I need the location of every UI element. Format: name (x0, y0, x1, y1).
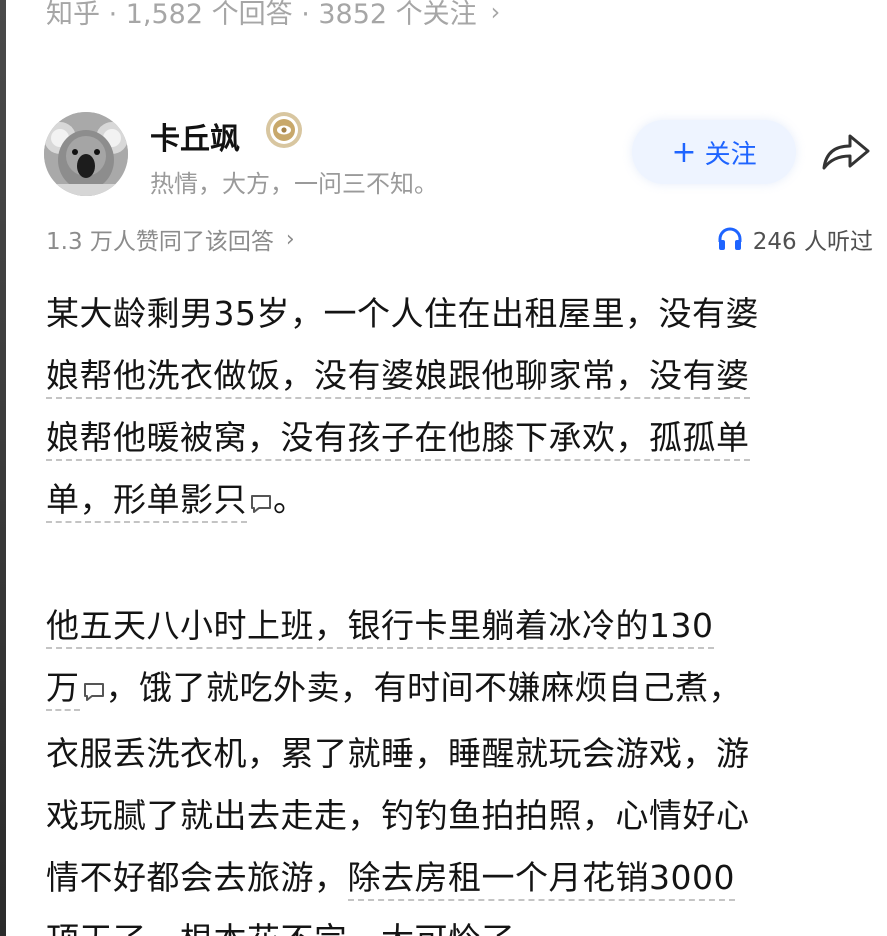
vote-count[interactable]: 1.3 万人赞同了该回答 › (46, 222, 295, 256)
plus-icon: + (671, 134, 697, 170)
answer-body: 某大龄剩男35岁，一个人住在出租屋里，没有婆 娘帮他洗衣做饭，没有婆娘跟他聊家常… (46, 283, 876, 936)
author-bio: 热情，大方，一问三不知。 (150, 170, 438, 198)
answer-line: 娘帮他洗衣做饭，没有婆娘跟他聊家常，没有婆 (46, 345, 876, 407)
share-icon[interactable] (818, 130, 874, 174)
listen-count[interactable]: 246 人听过 (717, 222, 873, 256)
listen-count-text: 246 人听过 (752, 229, 873, 255)
author-name[interactable]: 卡丘飒 (150, 114, 240, 158)
koala-avatar-icon (44, 112, 128, 196)
question-meta-text: 知乎 · 1,582 个回答 · 3852 个关注 (46, 0, 477, 30)
comment-bubble-icon[interactable] (82, 661, 106, 723)
headphones-icon (718, 227, 742, 250)
vote-count-text: 1.3 万人赞同了该回答 (46, 229, 274, 255)
answer-line: 娘帮他暖被窝，没有孩子在他膝下承欢，孤孤单 (46, 407, 876, 469)
answer-line: 他五天八小时上班，银行卡里躺着冰冷的130 (46, 595, 876, 657)
chevron-right-icon: › (285, 226, 295, 252)
answer-line: 某大龄剩男35岁，一个人住在出租屋里，没有婆 (46, 294, 759, 333)
question-meta[interactable]: 知乎 · 1,582 个回答 · 3852 个关注 › (46, 0, 500, 31)
window-edge (0, 0, 6, 936)
follow-label: 关注 (704, 139, 757, 170)
answer-line: 衣服丢洗衣机，累了就睡，睡醒就玩会游戏，游 (46, 734, 750, 773)
author-avatar[interactable] (44, 112, 128, 196)
chevron-right-icon: › (490, 0, 501, 26)
answer-line: 情不好都会去旅游，除去房租一个月花销3000 (46, 847, 876, 909)
comment-bubble-icon[interactable] (249, 473, 273, 535)
badge-icon (264, 110, 304, 150)
follow-button[interactable]: + 关注 (632, 120, 796, 184)
answer-line: 单，形单影只。 (46, 469, 876, 535)
answer-line: 万，饿了就吃外卖，有时间不嫌麻烦自己煮， (46, 657, 876, 723)
answer-line: 戏玩腻了就出去走走，钓钓鱼拍拍照，心情好心 (46, 796, 750, 835)
answer-line: 顶天了，根本花不完，太可怜了。 (46, 909, 876, 936)
